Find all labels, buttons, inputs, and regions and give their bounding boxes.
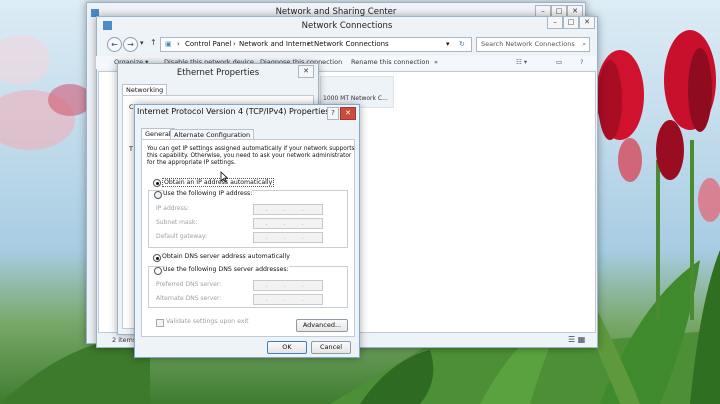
close-button[interactable]: ✕ xyxy=(340,107,356,120)
mouse-cursor-icon xyxy=(220,171,228,183)
description-label: T xyxy=(129,145,133,153)
address-bar[interactable]: ▣ › Control Panel › Network and Internet… xyxy=(160,37,472,52)
rename-connection-button[interactable]: Rename this connection xyxy=(351,56,429,69)
status-item-count: 2 items xyxy=(112,336,137,344)
ipv4-properties-dialog: Internet Protocol Version 4 (TCP/IPv4) P… xyxy=(134,104,360,358)
search-input[interactable]: Search Network Connections ⌕ xyxy=(476,37,590,52)
default-gateway-field[interactable]: . . . xyxy=(253,232,323,243)
search-icon[interactable]: ⌕ xyxy=(582,38,586,51)
ip-address-label: IP address: xyxy=(156,205,189,212)
help-icon[interactable]: ? xyxy=(580,56,583,69)
minimize-button[interactable]: – xyxy=(547,16,563,29)
window-title: Internet Protocol Version 4 (TCP/IPv4) P… xyxy=(137,107,330,116)
validate-checkbox[interactable] xyxy=(156,319,164,327)
dns-server-group: Use the following DNS server addresses: … xyxy=(148,266,348,308)
cancel-button[interactable]: Cancel xyxy=(311,341,351,354)
forward-button[interactable]: → xyxy=(123,37,138,52)
description-line-2: this capability. Otherwise, you need to … xyxy=(147,153,352,159)
window-title: Network Connections xyxy=(301,21,393,31)
auto-ip-label[interactable]: Obtain an IP address automatically xyxy=(162,178,275,187)
close-button[interactable]: ✕ xyxy=(298,65,314,78)
manual-ip-label[interactable]: Use the following IP address: xyxy=(163,190,253,197)
control-panel-icon: ▣ xyxy=(165,40,172,48)
preferred-dns-label: Preferred DNS server: xyxy=(156,281,222,288)
subnet-mask-field[interactable]: . . . xyxy=(253,218,323,229)
manual-ip-radio[interactable] xyxy=(154,191,162,199)
default-gateway-label: Default gateway: xyxy=(156,233,208,240)
ip-address-field[interactable]: . . . xyxy=(253,204,323,215)
manual-dns-radio[interactable] xyxy=(154,267,162,275)
breadcrumb-network-connections[interactable]: Network Connections xyxy=(314,38,389,51)
alternate-dns-field[interactable]: . . . xyxy=(253,294,323,305)
validate-label: Validate settings upon exit xyxy=(166,318,249,325)
help-button[interactable]: ? xyxy=(327,107,339,120)
auto-dns-radio[interactable] xyxy=(153,254,161,262)
advanced-button[interactable]: Advanced... xyxy=(296,319,348,332)
back-button[interactable]: ← xyxy=(107,37,122,52)
subnet-mask-label: Subnet mask: xyxy=(156,219,198,226)
manual-dns-label[interactable]: Use the following DNS server addresses: xyxy=(163,266,289,273)
breadcrumb-network-internet[interactable]: Network and Internet xyxy=(239,38,314,51)
preview-pane-icon[interactable]: ▭ xyxy=(556,56,562,69)
alternate-dns-label: Alternate DNS server: xyxy=(156,295,222,302)
close-button[interactable]: ✕ xyxy=(579,16,595,29)
refresh-icon[interactable]: ↻ xyxy=(459,38,465,51)
up-icon[interactable]: ↑ xyxy=(150,38,157,47)
auto-dns-label[interactable]: Obtain DNS server address automatically xyxy=(162,253,290,260)
description-line-3: for the appropriate IP settings. xyxy=(147,160,236,166)
address-dropdown-icon[interactable]: ▾ xyxy=(446,38,450,51)
view-options-icon[interactable]: ☷ ▾ xyxy=(516,56,527,69)
maximize-button[interactable]: □ xyxy=(563,16,579,29)
more-commands-button[interactable]: » xyxy=(434,56,438,69)
description-line-1: You can get IP settings assigned automat… xyxy=(147,146,355,152)
ok-button[interactable]: OK xyxy=(267,341,307,354)
preferred-dns-field[interactable]: . . . xyxy=(253,280,323,291)
tab-networking[interactable]: Networking xyxy=(122,84,168,95)
recent-pages-icon[interactable]: ▾ xyxy=(140,39,144,47)
details-view-icon[interactable]: ☰ ▦ xyxy=(568,335,585,344)
network-connections-icon xyxy=(103,21,112,30)
breadcrumb-control-panel[interactable]: Control Panel xyxy=(185,38,231,51)
window-title: Ethernet Properties xyxy=(176,68,260,78)
general-tab-panel: You can get IP settings assigned automat… xyxy=(141,139,355,337)
auto-ip-radio[interactable] xyxy=(153,179,161,187)
ip-address-group: Use the following IP address: IP address… xyxy=(148,190,348,248)
